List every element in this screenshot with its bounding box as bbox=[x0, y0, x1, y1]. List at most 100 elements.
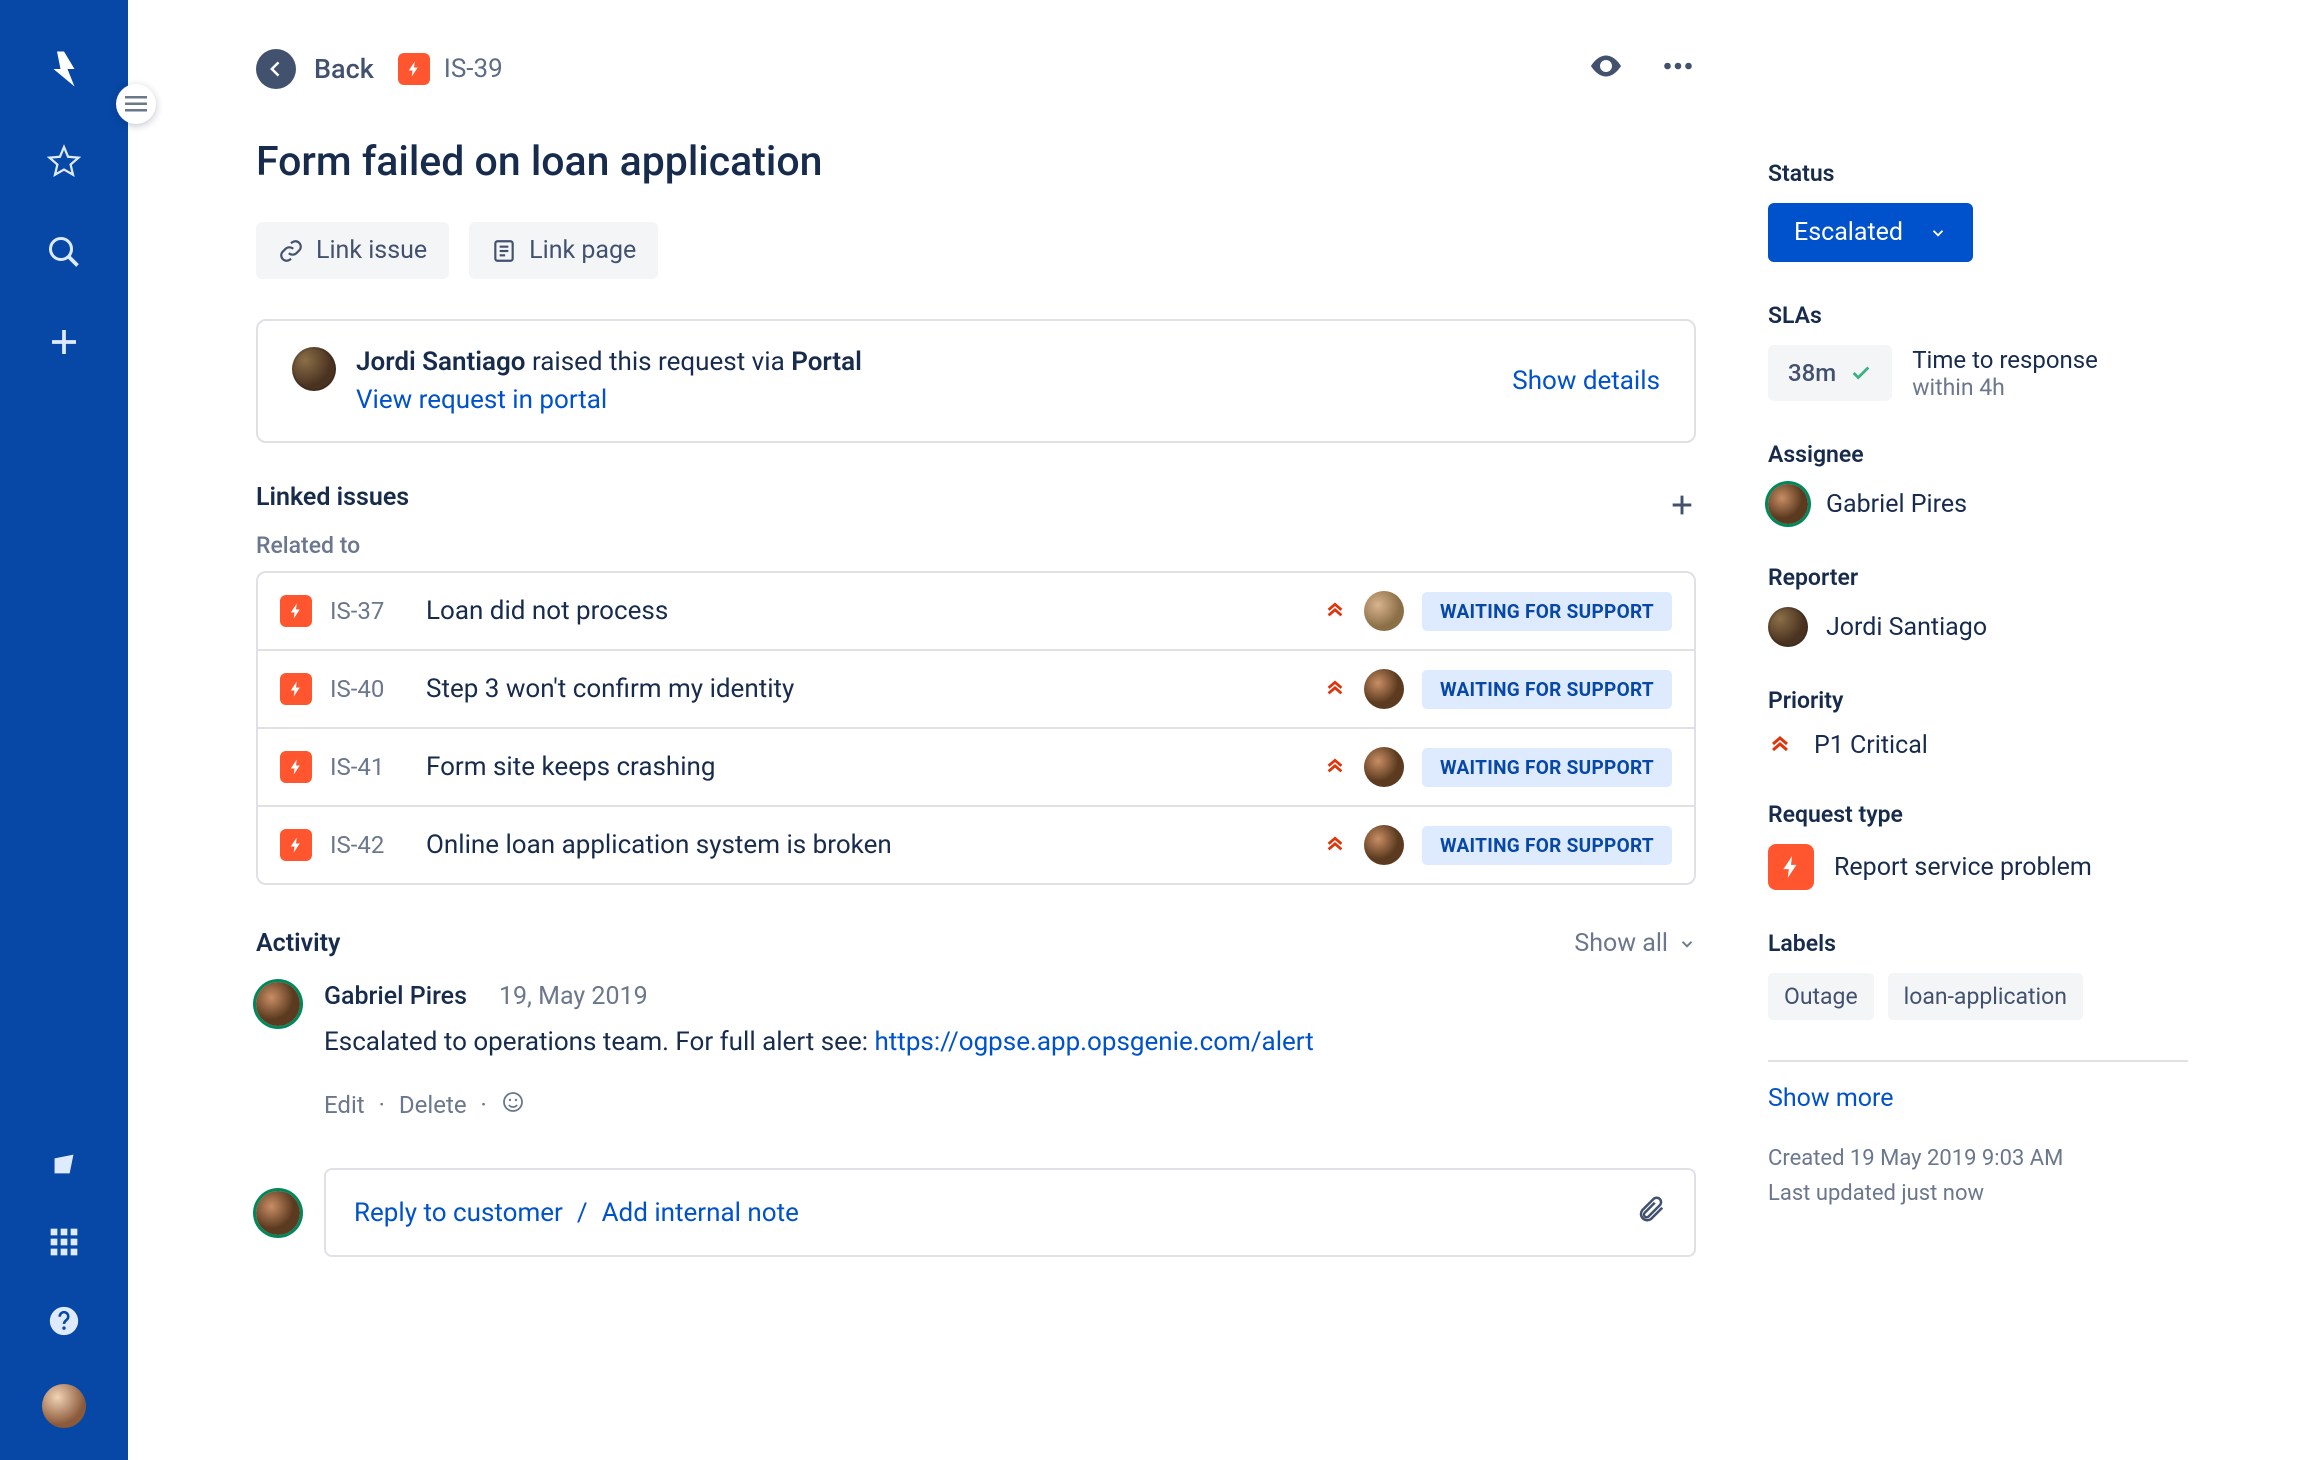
page-icon bbox=[491, 238, 517, 264]
reply-input[interactable]: Reply to customer / Add internal note bbox=[324, 1168, 1696, 1257]
add-linked-issue-button[interactable] bbox=[1668, 491, 1696, 525]
link-page-button[interactable]: Link page bbox=[469, 222, 658, 279]
reply-to-customer-button[interactable]: Reply to customer bbox=[354, 1198, 563, 1228]
assignee-avatar bbox=[1364, 669, 1404, 709]
assignee-field[interactable]: Gabriel Pires bbox=[1768, 484, 2188, 524]
linked-issue-row[interactable]: IS-42 Online loan application system is … bbox=[258, 807, 1694, 883]
reporter-field[interactable]: Jordi Santiago bbox=[1768, 607, 2188, 647]
search-icon[interactable] bbox=[46, 234, 82, 276]
created-meta: Created 19 May 2019 9:03 AM bbox=[1768, 1141, 2188, 1176]
reporter-avatar bbox=[292, 347, 336, 391]
emoji-icon bbox=[501, 1090, 525, 1114]
check-icon bbox=[1850, 362, 1872, 384]
linked-issue-row[interactable]: IS-37 Loan did not process WAITING FOR S… bbox=[258, 573, 1694, 651]
sla-title: Time to response bbox=[1912, 346, 2098, 374]
more-actions-icon[interactable] bbox=[1660, 48, 1696, 90]
issue-key-label: IS-39 bbox=[444, 54, 503, 84]
sla-sub: within 4h bbox=[1912, 374, 2098, 401]
star-icon[interactable] bbox=[46, 144, 82, 186]
label-chip[interactable]: Outage bbox=[1768, 973, 1874, 1020]
status-lozenge: WAITING FOR SUPPORT bbox=[1422, 826, 1672, 865]
notification-icon[interactable] bbox=[48, 1148, 80, 1186]
profile-avatar[interactable] bbox=[42, 1384, 86, 1428]
watch-icon[interactable] bbox=[1588, 48, 1624, 90]
attach-file-button[interactable] bbox=[1636, 1194, 1666, 1231]
status-label: Status bbox=[1768, 160, 2188, 187]
label-chip[interactable]: loan-application bbox=[1888, 973, 2083, 1020]
help-icon[interactable] bbox=[47, 1304, 81, 1344]
comment: Gabriel Pires 19, May 2019 Escalated to … bbox=[256, 982, 1696, 1120]
assignee-avatar bbox=[1364, 825, 1404, 865]
activity-filter-dropdown[interactable]: Show all bbox=[1574, 929, 1696, 958]
slas-label: SLAs bbox=[1768, 302, 2188, 329]
view-in-portal-link[interactable]: View request in portal bbox=[356, 385, 607, 415]
comment-body: Escalated to operations team. For full a… bbox=[324, 1023, 1696, 1062]
link-relation-label: Related to bbox=[256, 532, 1696, 559]
labels-field[interactable]: Outage loan-application bbox=[1768, 973, 2188, 1020]
request-type-field[interactable]: Report service problem bbox=[1768, 844, 2188, 890]
back-label: Back bbox=[314, 53, 374, 85]
issue-type-icon bbox=[280, 595, 312, 627]
updated-meta: Last updated just now bbox=[1768, 1176, 2188, 1211]
assignee-name: Gabriel Pires bbox=[1826, 490, 1967, 519]
linked-issue-key: IS-37 bbox=[330, 597, 408, 625]
delete-comment-button[interactable]: Delete bbox=[399, 1091, 467, 1119]
request-details-panel: Jordi Santiago raised this request via P… bbox=[256, 319, 1696, 443]
linked-issue-key: IS-41 bbox=[330, 753, 408, 781]
show-details-link[interactable]: Show details bbox=[1512, 366, 1660, 396]
back-button[interactable]: Back bbox=[256, 49, 374, 89]
comment-author-avatar bbox=[256, 982, 300, 1026]
linked-issue-summary: Loan did not process bbox=[426, 596, 1306, 626]
plus-icon bbox=[1668, 491, 1696, 519]
reporter-name: Jordi Santiago bbox=[356, 347, 525, 377]
reporter-name: Jordi Santiago bbox=[1826, 613, 1987, 642]
linked-issue-key: IS-42 bbox=[330, 831, 408, 859]
chevron-down-icon bbox=[1678, 935, 1696, 953]
comment-link[interactable]: https://ogpse.app.opsgenie.com/alert bbox=[874, 1027, 1313, 1057]
linked-issue-key: IS-40 bbox=[330, 675, 408, 703]
request-type-label: Request type bbox=[1768, 801, 2188, 828]
priority-highest-icon bbox=[1324, 831, 1346, 859]
priority-highest-icon bbox=[1324, 753, 1346, 781]
add-reaction-button[interactable] bbox=[501, 1090, 525, 1120]
issue-title: Form failed on loan application bbox=[256, 138, 1696, 186]
edit-comment-button[interactable]: Edit bbox=[324, 1091, 365, 1119]
assignee-avatar bbox=[1364, 747, 1404, 787]
linked-issue-summary: Step 3 won't confirm my identity bbox=[426, 674, 1306, 704]
issue-type-icon bbox=[280, 751, 312, 783]
priority-field[interactable]: P1 Critical bbox=[1768, 730, 2188, 761]
status-dropdown[interactable]: Escalated bbox=[1768, 203, 1973, 262]
show-all-label: Show all bbox=[1574, 929, 1668, 958]
app-switcher-icon[interactable] bbox=[48, 1226, 80, 1264]
reply-sep: / bbox=[577, 1198, 588, 1228]
status-lozenge: WAITING FOR SUPPORT bbox=[1422, 670, 1672, 709]
sidebar-toggle[interactable] bbox=[116, 84, 156, 124]
status-lozenge: WAITING FOR SUPPORT bbox=[1422, 748, 1672, 787]
linked-issue-summary: Form site keeps crashing bbox=[426, 752, 1306, 782]
arrow-left-icon bbox=[266, 59, 286, 79]
linked-issue-row[interactable]: IS-41 Form site keeps crashing WAITING F… bbox=[258, 729, 1694, 807]
link-issue-button[interactable]: Link issue bbox=[256, 222, 449, 279]
activity-heading: Activity bbox=[256, 929, 340, 958]
reporter-avatar bbox=[1768, 607, 1808, 647]
add-internal-note-button[interactable]: Add internal note bbox=[602, 1198, 799, 1228]
priority-highest-icon bbox=[1768, 730, 1792, 761]
create-icon[interactable] bbox=[46, 324, 82, 366]
comment-author: Gabriel Pires bbox=[324, 982, 467, 1011]
status-lozenge: WAITING FOR SUPPORT bbox=[1422, 592, 1672, 631]
show-more-link[interactable]: Show more bbox=[1768, 1084, 1894, 1113]
sla-time: 38m bbox=[1788, 359, 1836, 387]
assignee-avatar bbox=[1768, 484, 1808, 524]
issue-type-icon bbox=[398, 53, 430, 85]
priority-highest-icon bbox=[1324, 597, 1346, 625]
issue-type-icon bbox=[280, 829, 312, 861]
issue-type-icon bbox=[280, 673, 312, 705]
product-logo-icon[interactable] bbox=[43, 48, 85, 96]
priority-value: P1 Critical bbox=[1814, 731, 1928, 760]
link-icon bbox=[278, 238, 304, 264]
issue-key-breadcrumb[interactable]: IS-39 bbox=[398, 53, 503, 85]
assignee-avatar bbox=[1364, 591, 1404, 631]
paperclip-icon bbox=[1636, 1194, 1666, 1224]
request-channel: Portal bbox=[791, 347, 862, 377]
linked-issue-row[interactable]: IS-40 Step 3 won't confirm my identity W… bbox=[258, 651, 1694, 729]
